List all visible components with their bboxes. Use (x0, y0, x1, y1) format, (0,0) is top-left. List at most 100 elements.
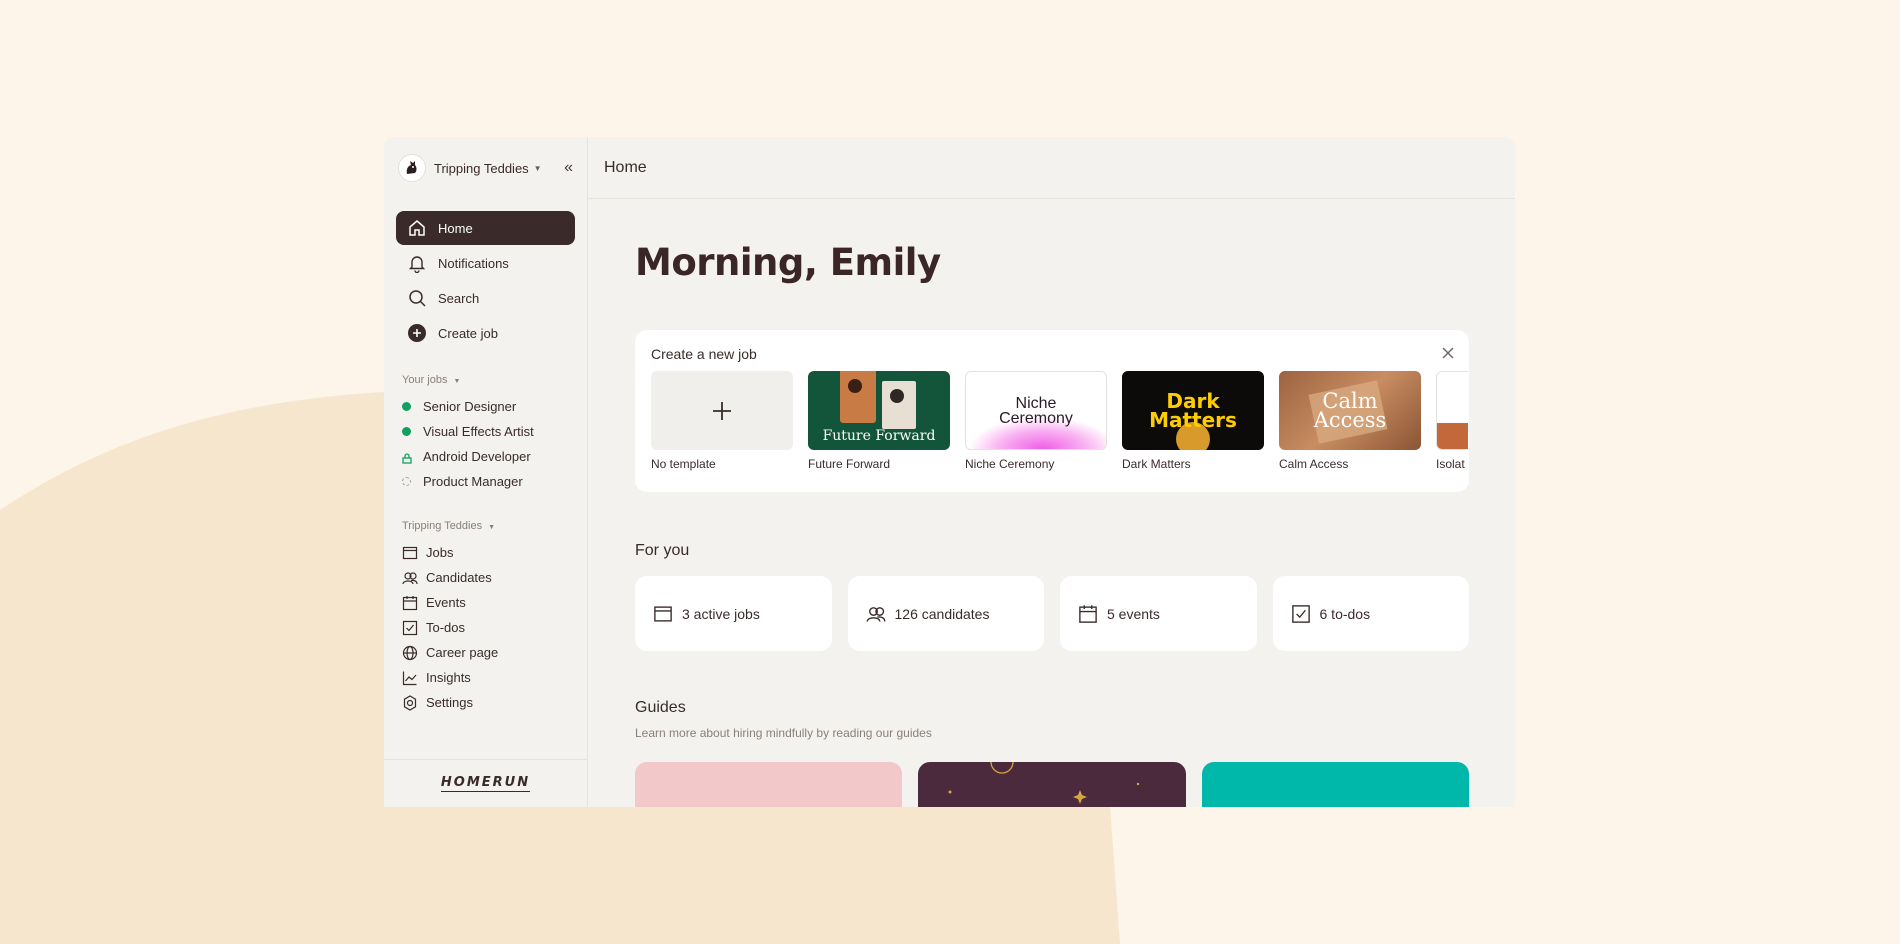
job-label: Product Manager (423, 474, 523, 489)
sidebar: Tripping Teddies ▼ « Home Notifications (384, 137, 588, 807)
sidebar-item-label: Insights (426, 670, 471, 685)
template-calm-access[interactable]: Calm Access Calm Access (1279, 371, 1421, 471)
template-thumb: Calm Access (1279, 371, 1421, 450)
main-content: Morning, Emily Create a new job No templ… (588, 241, 1515, 807)
template-thumb-text: Calm Access (1313, 388, 1387, 432)
org-section-header[interactable]: Tripping Teddies ▼ (384, 520, 587, 532)
calendar-icon (402, 595, 418, 611)
sidebar-item-todos[interactable]: To-dos (384, 615, 587, 640)
sparkle-decoration-icon (948, 762, 1140, 804)
lock-icon (402, 452, 412, 464)
gear-icon (402, 694, 418, 711)
people-icon (402, 570, 418, 586)
stat-label: 6 to-dos (1319, 605, 1371, 622)
greeting-heading: Morning, Emily (635, 241, 941, 284)
stat-candidates[interactable]: 126 candidates (847, 576, 1044, 651)
sidebar-item-settings[interactable]: Settings (384, 690, 587, 715)
template-label: Isolat (1436, 457, 1465, 471)
job-item-visual-effects-artist[interactable]: Visual Effects Artist (384, 419, 587, 444)
home-icon (406, 217, 428, 239)
sidebar-item-label: Career page (426, 645, 499, 660)
org-avatar (398, 154, 426, 182)
sidebar-item-events[interactable]: Events (384, 590, 587, 615)
primary-nav: Home Notifications Search Create job (384, 199, 587, 350)
template-thumb: Future Forward (808, 371, 950, 450)
guides-heading: Guides (635, 699, 686, 716)
browser-icon (402, 545, 418, 561)
create-card-title: Create a new job (651, 346, 757, 362)
section-label-text: Tripping Teddies (402, 520, 483, 532)
checkbox-icon (1290, 603, 1312, 625)
homerun-logo[interactable]: HOMERUN (440, 775, 531, 792)
double-chevron-left-icon[interactable]: « (564, 159, 573, 177)
sidebar-item-label: Candidates (426, 570, 492, 585)
globe-icon (402, 645, 418, 661)
template-thumb (651, 371, 793, 450)
for-you-stats: 3 active jobs 126 candidates 5 events 6 … (635, 576, 1469, 651)
sidebar-item-jobs[interactable]: Jobs (384, 540, 587, 565)
sidebar-item-label: Events (426, 595, 466, 610)
stat-active-jobs[interactable]: 3 active jobs (635, 576, 832, 651)
draft-dashed-circle-icon (402, 477, 411, 486)
template-label: No template (651, 457, 716, 471)
guide-cards (635, 762, 1469, 807)
sidebar-item-candidates[interactable]: Candidates (384, 565, 587, 590)
template-no-template[interactable]: No template (651, 371, 793, 471)
chevron-down-icon: ▼ (488, 524, 496, 531)
stat-label: 3 active jobs (682, 605, 760, 622)
sidebar-item-label: To-dos (426, 620, 466, 635)
main-area: Home Morning, Emily Create a new job No … (588, 137, 1515, 807)
template-label: Calm Access (1279, 457, 1349, 471)
org-name: Tripping Teddies (434, 160, 529, 176)
calendar-icon (1077, 603, 1099, 625)
stat-todos[interactable]: 6 to-dos (1272, 576, 1469, 651)
job-item-product-manager[interactable]: Product Manager (384, 469, 587, 494)
job-item-android-developer[interactable]: Android Developer (384, 444, 587, 469)
page-title: Home (604, 158, 647, 176)
guide-card[interactable] (1201, 762, 1469, 807)
people-icon (865, 603, 887, 625)
nav-label: Search (438, 290, 480, 306)
nav-item-create-job[interactable]: Create job (396, 316, 575, 350)
template-thumb: Dark Matters (1122, 371, 1264, 450)
close-icon[interactable] (1441, 346, 1455, 365)
template-label: Niche Ceremony (965, 457, 1055, 471)
job-label: Senior Designer (423, 399, 517, 414)
nav-label: Home (438, 220, 473, 236)
nav-item-home[interactable]: Home (396, 211, 575, 245)
sidebar-item-insights[interactable]: Insights (384, 665, 587, 690)
template-thumb-text: Niche Ceremony (999, 394, 1073, 427)
for-you-heading: For you (635, 542, 690, 559)
template-thumb (1436, 371, 1468, 450)
app-window: Tripping Teddies ▼ « Home Notifications (384, 137, 1515, 807)
your-jobs-header[interactable]: Your jobs ▼ (384, 374, 587, 386)
template-thumb-text: Future Forward (822, 428, 936, 444)
nav-item-notifications[interactable]: Notifications (396, 246, 575, 280)
template-thumb-text: Dark Matters (1149, 388, 1237, 432)
org-switcher[interactable]: Tripping Teddies ▼ « (384, 137, 587, 199)
stat-events[interactable]: 5 events (1060, 576, 1257, 651)
template-niche-ceremony[interactable]: Niche Ceremony Niche Ceremony (965, 371, 1107, 471)
job-item-senior-designer[interactable]: Senior Designer (384, 394, 587, 419)
template-future-forward[interactable]: Future Forward Future Forward (808, 371, 950, 471)
create-job-card: Create a new job No template Future Forw… (635, 330, 1469, 492)
template-list: No template Future Forward Future Forwar… (651, 371, 1469, 471)
template-dark-matters[interactable]: Dark Matters Dark Matters (1122, 371, 1264, 471)
job-label: Android Developer (423, 449, 531, 464)
template-thumb: Niche Ceremony (965, 371, 1107, 450)
sidebar-item-career-page[interactable]: Career page (384, 640, 587, 665)
template-isolat[interactable]: Isolat (1436, 371, 1468, 471)
guide-card[interactable] (918, 762, 1186, 807)
guide-card[interactable] (635, 762, 903, 807)
chevron-down-icon: ▼ (453, 378, 461, 385)
published-dot-icon (402, 402, 411, 411)
chevron-down-icon: ▼ (533, 163, 542, 173)
chart-icon (402, 670, 418, 686)
browser-icon (652, 603, 674, 625)
topbar: Home (588, 137, 1515, 199)
nav-label: Create job (438, 325, 498, 341)
bell-icon (406, 252, 428, 274)
template-label: Future Forward (808, 457, 891, 471)
sidebar-item-label: Settings (426, 695, 473, 710)
nav-item-search[interactable]: Search (396, 281, 575, 315)
